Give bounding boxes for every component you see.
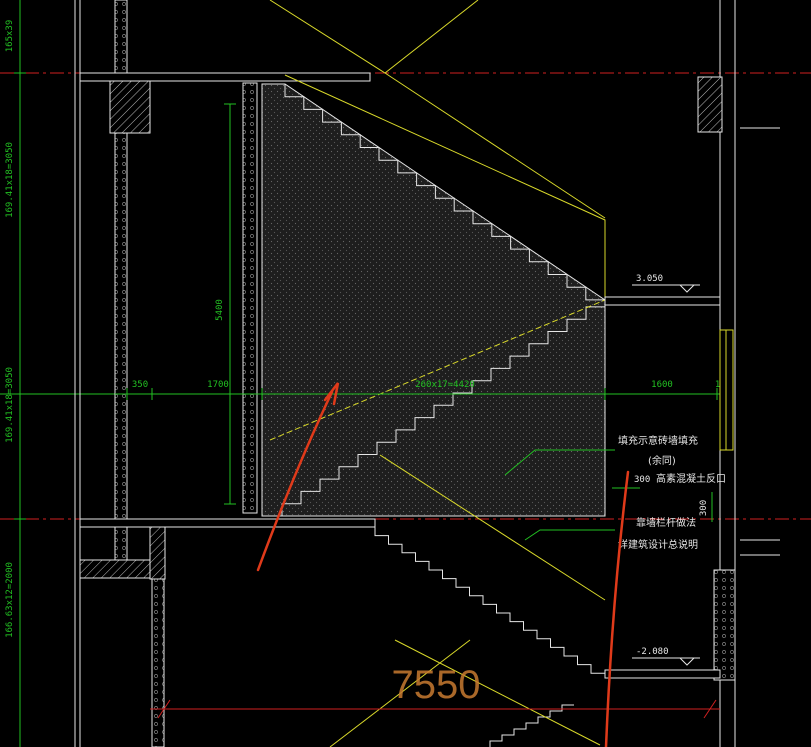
stair-section-drawing: 165x39 169.41x18=3050 169.41x18=3050 166… [0, 0, 811, 747]
note-rail-line2: 详建筑设计总说明 [618, 538, 698, 551]
left-dim-3: 166.63x12=2000 [5, 562, 15, 638]
dim-1600: 1600 [651, 380, 673, 390]
right-wall [697, 0, 780, 747]
note-fill-line2: (余同) [648, 454, 676, 467]
dim-1700: 1700 [207, 380, 229, 390]
note-300-text: 高素混凝土反口 [656, 472, 726, 485]
note-fill-line1: 填充示意砖墙填充 [618, 434, 698, 447]
stair-fill-region [261, 83, 606, 517]
landing-wall [224, 82, 258, 514]
left-dim-0: 165x39 [5, 20, 15, 53]
dim-350: 350 [132, 380, 148, 390]
stair-flight [489, 704, 574, 747]
dim-300-vertical: 300 [699, 500, 709, 516]
dim-7550: 7550 [392, 663, 481, 707]
note-rail-line1: 靠墙栏杆做法 [636, 516, 696, 529]
left-dim-2: 169.41x18=3050 [5, 367, 15, 443]
level-lower-text: -2.080 [636, 647, 669, 657]
level-upper-text: 3.050 [636, 274, 663, 284]
left-dim-1: 169.41x18=3050 [5, 142, 15, 218]
note-300-prefix: 300 [634, 475, 650, 485]
left-dimension-chain [0, 0, 115, 747]
height-dimension: 5400 [215, 299, 225, 321]
level-mark-upper [632, 284, 700, 293]
dim-stair-run: 260x17=4420 [415, 380, 475, 390]
level-mark-lower [632, 657, 700, 666]
stair-flight [374, 527, 605, 674]
